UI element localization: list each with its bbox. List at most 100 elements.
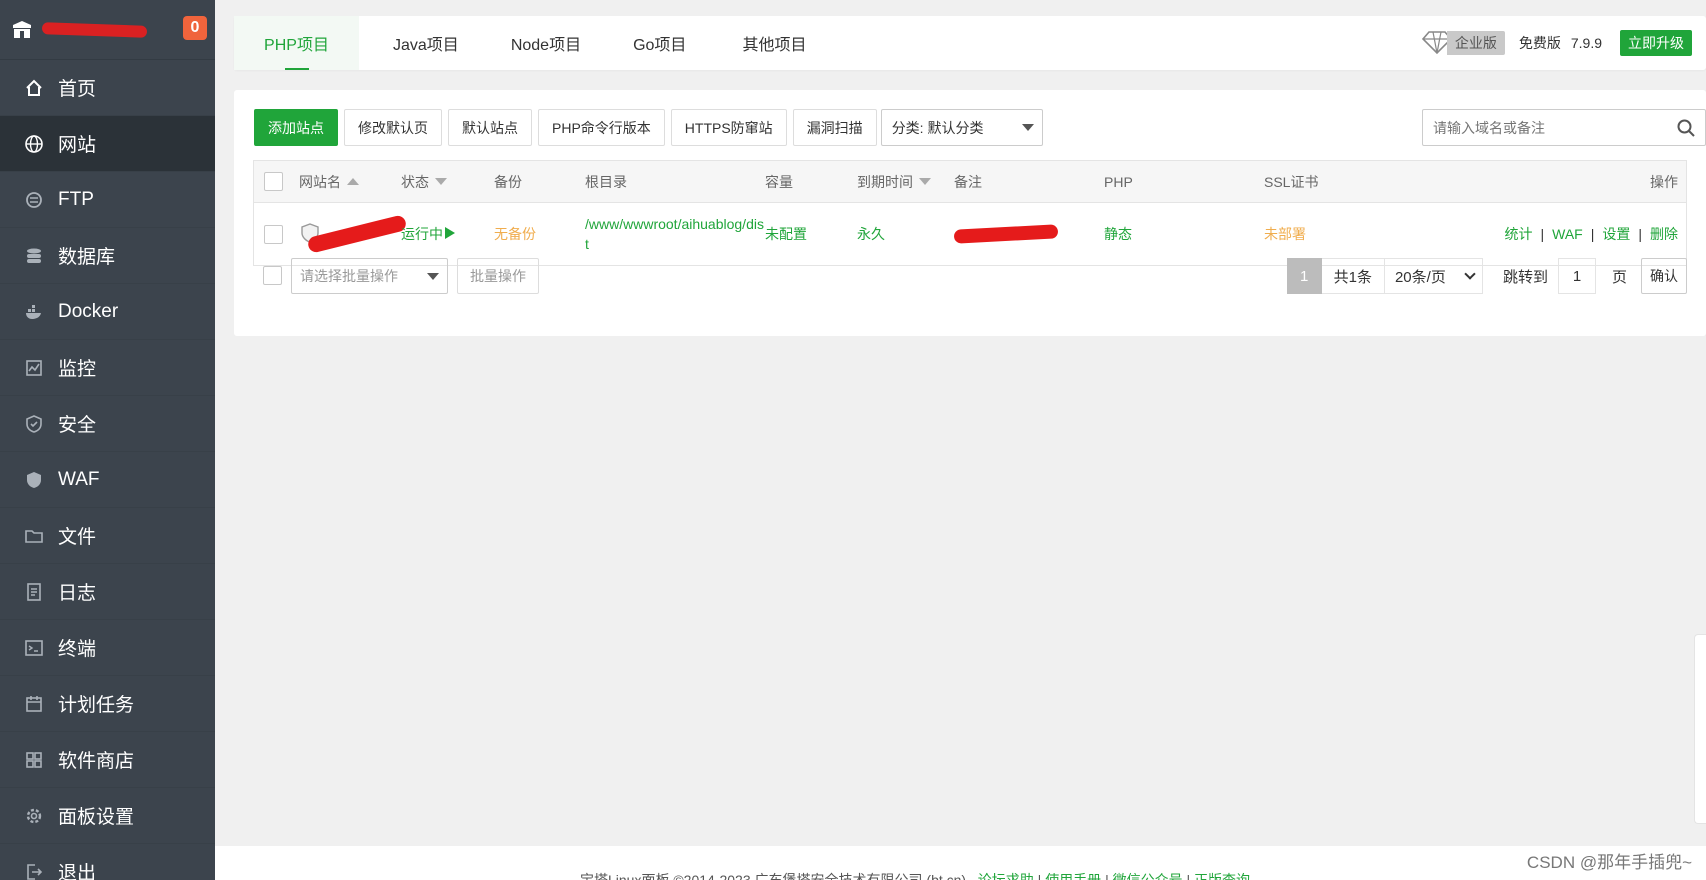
free-edition-label: 免费版 (1518, 35, 1561, 51)
col-ops: 操作 (1650, 173, 1678, 190)
jump-label: 跳转到 (1502, 268, 1548, 286)
side-float-tab[interactable] (1694, 634, 1706, 824)
php-cli-version-button[interactable]: PHP命令行版本 (538, 109, 665, 146)
monitor-icon (24, 358, 44, 378)
shield-icon (24, 414, 44, 434)
wechat-link[interactable]: 微信公众号 (1113, 872, 1183, 880)
default-site-button[interactable]: 默认站点 (448, 109, 532, 146)
backup-link[interactable]: 无备份 (494, 203, 536, 265)
sidebar-item-database[interactable]: 数据库 (0, 228, 215, 284)
sidebar-item-waf[interactable]: WAF (0, 452, 215, 508)
pagination: 1 共1条 20条/页 跳转到 1 页 确认 (1286, 258, 1687, 294)
license-check-link[interactable]: 正版查询 (1194, 872, 1250, 880)
sidebar-item-home[interactable]: 首页 (0, 60, 215, 116)
logout-icon (24, 862, 44, 880)
root-dir-link[interactable]: /www/wwwroot/aihuablog/dist (585, 214, 765, 254)
col-expire[interactable]: 到期时间 (857, 161, 931, 202)
row-checkbox[interactable] (264, 224, 283, 244)
caret-down-icon (1021, 124, 1034, 131)
upgrade-button[interactable]: 立即升级 (1620, 30, 1692, 56)
tab-java[interactable]: Java项目 (373, 16, 479, 70)
site-name-cell[interactable] (299, 203, 408, 265)
site-table: 网站名 状态 备份 根目录 容量 到期时间 备注 PHP SSL证书 操作 运行… (253, 160, 1687, 266)
ftp-icon (24, 190, 44, 210)
expire-link[interactable]: 永久 (857, 203, 885, 265)
php-version-link[interactable]: 静态 (1104, 203, 1132, 265)
site-toolbar: 添加站点 修改默认页 默认站点 PHP命令行版本 HTTPS防窜站 漏洞扫描 分… (254, 109, 1043, 146)
settings-link[interactable]: 设置 (1602, 224, 1630, 244)
message-badge[interactable]: 0 (183, 16, 207, 40)
sort-desc-icon (435, 178, 447, 185)
stats-link[interactable]: 统计 (1504, 224, 1532, 244)
sidebar-item-files[interactable]: 文件 (0, 508, 215, 564)
sidebar-item-docker[interactable]: Docker (0, 284, 215, 340)
vuln-scan-button[interactable]: 漏洞扫描 (792, 109, 877, 146)
manual-link[interactable]: 使用手册 (1045, 872, 1101, 880)
sidebar-item-label: 网站 (58, 135, 97, 156)
ssl-link[interactable]: 未部署 (1264, 203, 1306, 265)
sidebar-item-terminal[interactable]: 终端 (0, 620, 215, 676)
enterprise-badge[interactable]: 企业版 (1421, 29, 1505, 58)
select-all-checkbox[interactable] (264, 172, 283, 191)
col-status[interactable]: 状态 (401, 161, 447, 202)
forum-link[interactable]: 论坛求助 (978, 872, 1034, 880)
tab-php[interactable]: PHP项目 (234, 16, 359, 70)
database-icon (24, 246, 44, 266)
sidebar-item-settings[interactable]: 面板设置 (0, 788, 215, 844)
home-icon (24, 78, 44, 98)
separator: | (1540, 226, 1545, 242)
waf-link[interactable]: WAF (1552, 226, 1583, 242)
page-current[interactable]: 1 (1286, 258, 1322, 294)
sidebar-item-label: 监控 (58, 359, 97, 380)
sidebar-item-label: 软件商店 (58, 751, 135, 772)
footer-text: 宝塔Linux面板 ©2014-2023 广东堡塔安全技术有限公司 (bt.cn… (580, 870, 1250, 880)
add-site-button[interactable]: 添加站点 (254, 109, 338, 146)
sidebar-item-label: WAF (58, 468, 100, 490)
col-name-label: 网站名 (299, 173, 341, 190)
sidebar-item-security[interactable]: 安全 (0, 396, 215, 452)
sidebar-item-label: 日志 (58, 583, 97, 604)
page-size-select[interactable]: 20条/页 (1384, 258, 1483, 294)
apps-icon (24, 750, 44, 770)
terminal-icon (24, 638, 44, 658)
sidebar-header: 0 (0, 0, 215, 60)
folder-icon (24, 526, 44, 546)
tab-node[interactable]: Node项目 (491, 16, 601, 70)
separator: | (1638, 226, 1642, 242)
tab-go[interactable]: Go项目 (613, 16, 706, 70)
chevron-down-icon (1464, 268, 1476, 280)
sidebar-item-logs[interactable]: 日志 (0, 564, 215, 620)
search-icon[interactable] (1677, 119, 1695, 140)
capacity-link[interactable]: 未配置 (765, 203, 807, 265)
delete-link[interactable]: 删除 (1650, 224, 1678, 244)
col-name[interactable]: 网站名 (299, 161, 359, 202)
note-redacted[interactable] (953, 224, 1059, 244)
status-cell[interactable]: 运行中 (401, 203, 455, 265)
sidebar-item-label: 首页 (58, 79, 97, 100)
https-guard-button[interactable]: HTTPS防窜站 (670, 109, 787, 146)
sidebar-item-ftp[interactable]: FTP (0, 172, 215, 228)
sort-desc-icon (919, 178, 931, 185)
bt-logo-icon (10, 18, 34, 42)
category-select[interactable]: 分类: 默认分类 (880, 109, 1043, 146)
log-icon (24, 582, 44, 602)
sidebar-item-label: 退出 (58, 863, 97, 880)
batch-action-button[interactable]: 批量操作 (457, 258, 539, 294)
license-area: 企业版 免费版 7.9.9 立即升级 (1421, 26, 1692, 60)
search-box[interactable] (1422, 109, 1706, 146)
edit-default-page-button[interactable]: 修改默认页 (344, 109, 442, 146)
row-actions: 统计 | WAF | 设置 | 删除 (1504, 224, 1678, 244)
sidebar-item-store[interactable]: 软件商店 (0, 732, 215, 788)
jump-confirm-button[interactable]: 确认 (1641, 258, 1687, 294)
sidebar-item-label: 计划任务 (58, 695, 135, 716)
sidebar-item-website[interactable]: 网站 (0, 116, 215, 172)
sidebar-item-logout[interactable]: 退出 (0, 844, 215, 880)
tab-other[interactable]: 其他项目 (722, 16, 826, 70)
batch-action-select[interactable]: 请选择批量操作 (291, 258, 448, 294)
col-ssl: SSL证书 (1264, 173, 1319, 190)
sidebar-item-cron[interactable]: 计划任务 (0, 676, 215, 732)
sidebar-item-monitor[interactable]: 监控 (0, 340, 215, 396)
search-input[interactable] (1433, 119, 1663, 136)
batch-select-checkbox[interactable] (263, 266, 282, 285)
jump-page-input[interactable]: 1 (1557, 258, 1596, 294)
